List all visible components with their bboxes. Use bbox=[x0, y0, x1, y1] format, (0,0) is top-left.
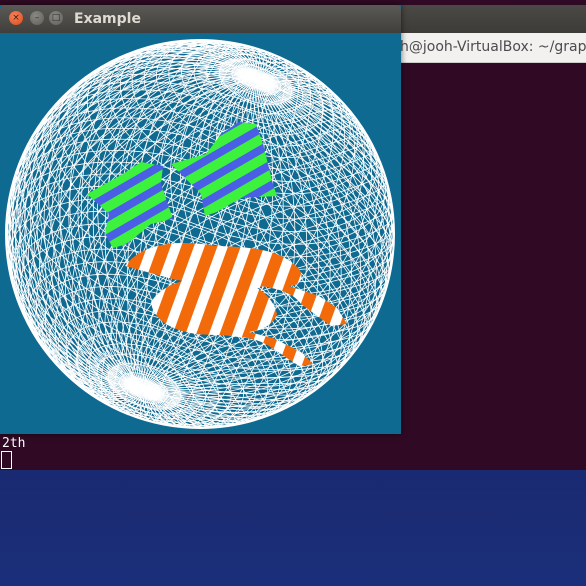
close-button[interactable]: × bbox=[9, 11, 23, 25]
window-titlebar[interactable]: × – □ Example bbox=[0, 5, 401, 33]
terminal-output-line: 2th bbox=[2, 436, 26, 451]
wireframe-scene bbox=[5, 39, 395, 429]
terminal-cursor bbox=[1, 451, 12, 469]
minimize-icon: – bbox=[34, 12, 40, 23]
terminal-title-text: h@jooh-VirtualBox: ~/grap bbox=[400, 39, 586, 55]
example-window: × – □ Example bbox=[0, 5, 401, 434]
render-canvas[interactable] bbox=[1, 34, 400, 433]
maximize-button[interactable]: □ bbox=[49, 11, 63, 25]
wireframe-sphere bbox=[6, 40, 394, 428]
window-title: Example bbox=[74, 11, 141, 27]
terminal-tab-title[interactable]: h@jooh-VirtualBox: ~/grap bbox=[400, 33, 586, 63]
maximize-icon: □ bbox=[51, 12, 61, 23]
close-icon: × bbox=[12, 12, 20, 23]
minimize-button[interactable]: – bbox=[30, 11, 44, 25]
